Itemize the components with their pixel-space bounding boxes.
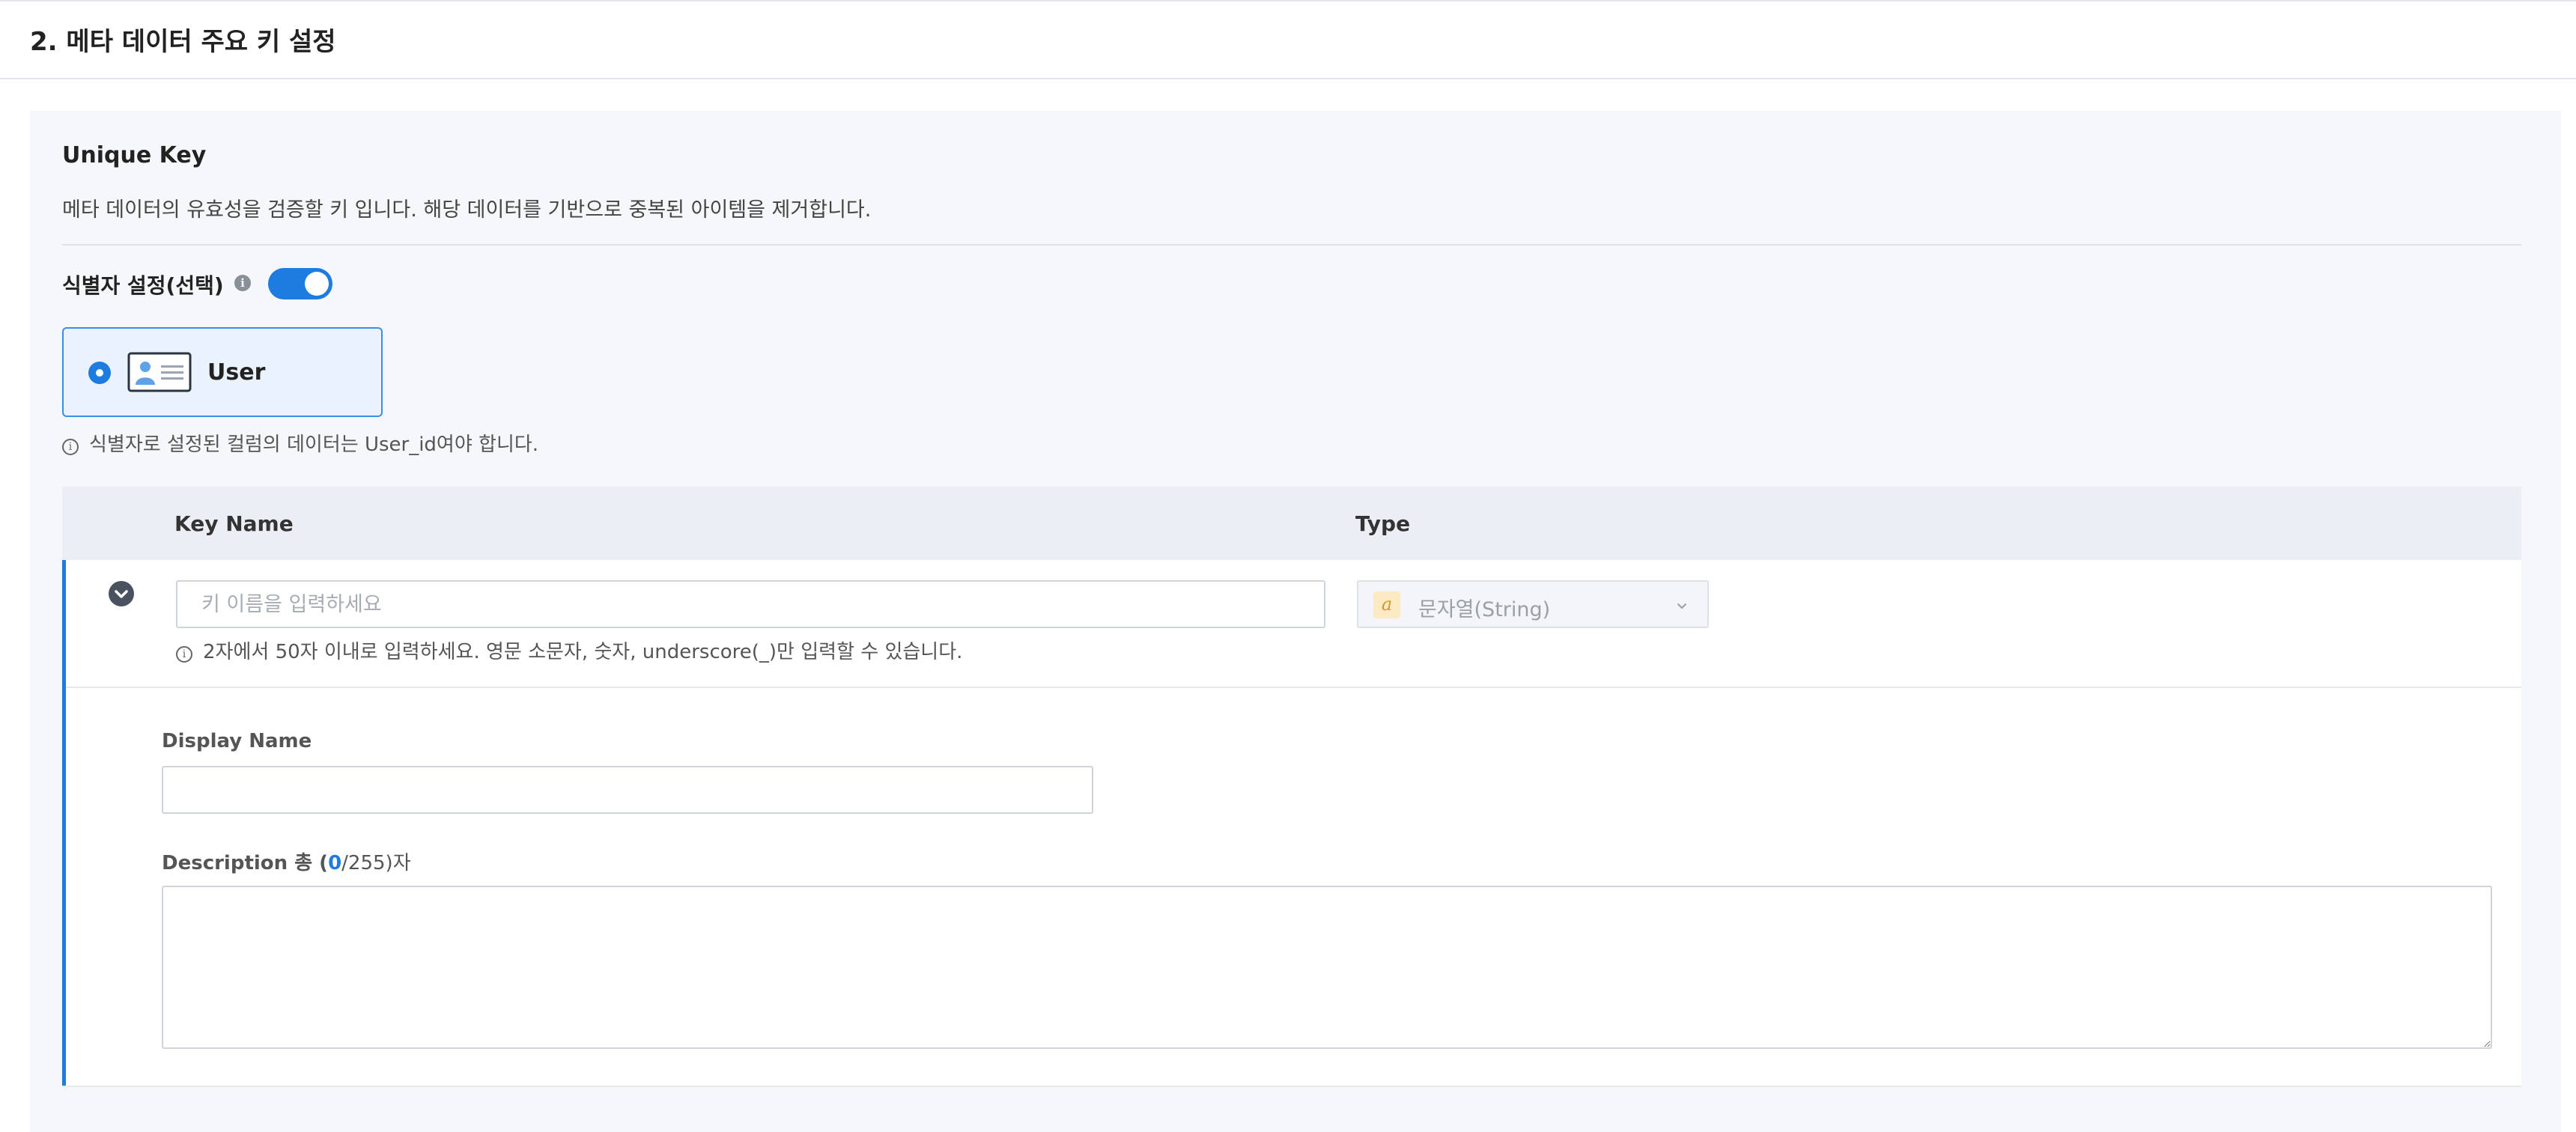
radio-dot	[96, 369, 103, 377]
row-divider	[66, 687, 2521, 688]
info-circle-icon: i	[176, 646, 192, 663]
key-name-input[interactable]	[176, 580, 1325, 628]
toggle-knob	[305, 272, 329, 296]
info-icon[interactable]: i	[234, 275, 251, 291]
string-type-icon: a	[1373, 591, 1400, 618]
identifier-toggle[interactable]	[268, 268, 332, 299]
description-label: Description 총 (0/255)자	[162, 848, 411, 875]
column-header-type: Type	[1355, 511, 1411, 536]
user-radio[interactable]	[88, 362, 111, 384]
description-label-prefix: Description 총 (	[162, 852, 329, 874]
key-name-help: i 2자에서 50자 이내로 입력하세요. 영문 소문자, 숫자, undersc…	[176, 636, 962, 664]
section-title: 2. 메타 데이터 주요 키 설정	[30, 27, 336, 57]
type-select[interactable]: a 문자열(String)	[1357, 580, 1709, 628]
identifier-help-text: 식별자로 설정된 컬럼의 데이터는 User_id여야 합니다.	[89, 433, 539, 456]
description-char-count: 0	[328, 852, 342, 874]
column-header-key-name: Key Name	[174, 511, 294, 536]
description-label-suffix: /255)자	[341, 852, 411, 874]
key-name-help-text: 2자에서 50자 이내로 입력하세요. 영문 소문자, 숫자, undersco…	[203, 641, 963, 663]
description-textarea[interactable]	[162, 886, 2492, 1049]
chevron-down-icon	[1674, 598, 1689, 613]
unique-key-description: 메타 데이터의 유효성을 검증할 키 입니다. 해당 데이터를 기반으로 중복된…	[62, 198, 872, 222]
id-card-icon	[127, 352, 192, 392]
unique-key-title: Unique Key	[62, 142, 207, 168]
row-bottom-border	[62, 1086, 2521, 1087]
section-header	[0, 1, 2576, 79]
display-name-input[interactable]	[162, 766, 1093, 814]
key-table-header	[62, 487, 2521, 560]
type-select-value: 문자열(String)	[1418, 598, 1551, 621]
info-circle-icon: i	[62, 439, 79, 455]
identifier-help: i 식별자로 설정된 컬럼의 데이터는 User_id여야 합니다.	[62, 429, 538, 457]
chevron-down-icon[interactable]	[109, 581, 134, 606]
display-name-label: Display Name	[162, 730, 312, 752]
panel-divider	[62, 244, 2521, 246]
identifier-setting-label: 식별자 설정(선택)	[62, 273, 224, 298]
user-option-label: User	[207, 359, 266, 386]
